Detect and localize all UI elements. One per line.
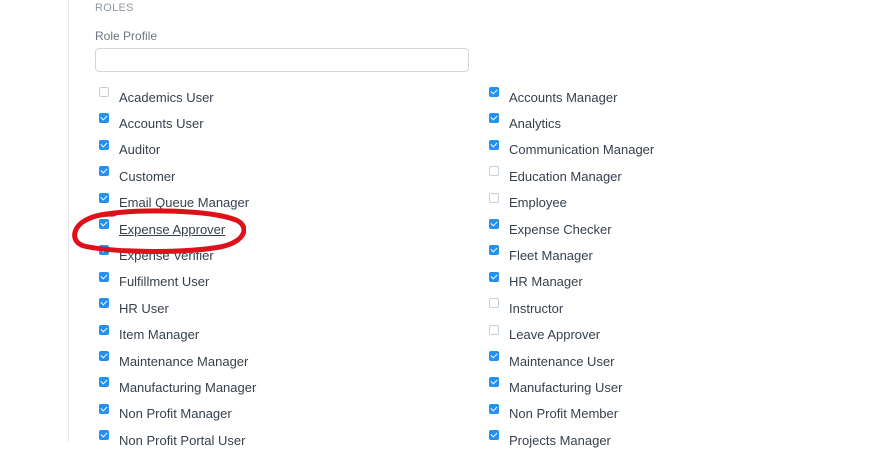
role-checkbox[interactable] bbox=[489, 377, 499, 388]
role-checkbox[interactable] bbox=[99, 166, 109, 177]
role-checkbox-item[interactable]: Accounts User bbox=[99, 113, 204, 133]
role-checkbox[interactable] bbox=[99, 298, 109, 309]
role-checkbox-item[interactable]: Fleet Manager bbox=[489, 245, 593, 265]
role-checkbox[interactable] bbox=[99, 139, 109, 150]
role-checkbox-item[interactable]: Expense Approver bbox=[99, 219, 225, 239]
role-label: Non Profit Portal User bbox=[119, 432, 246, 448]
role-checkbox[interactable] bbox=[99, 403, 109, 414]
role-checkbox[interactable] bbox=[99, 87, 109, 97]
role-profile-label: Role Profile bbox=[95, 29, 158, 43]
role-label: Expense Checker bbox=[509, 221, 612, 237]
role-label: Email Queue Manager bbox=[119, 195, 250, 211]
role-checkbox-item[interactable]: Instructor bbox=[489, 298, 563, 318]
role-checkbox[interactable] bbox=[489, 113, 499, 124]
role-label: Customer bbox=[119, 168, 176, 184]
role-label: Auditor bbox=[119, 142, 161, 158]
role-checkbox[interactable] bbox=[489, 139, 499, 150]
role-checkbox[interactable] bbox=[489, 271, 499, 282]
role-checkbox-item[interactable]: Fulfillment User bbox=[99, 271, 210, 292]
role-label: Item Manager bbox=[119, 327, 200, 343]
role-checkbox-item[interactable]: Expense Verifier bbox=[99, 245, 214, 265]
role-label: Analytics bbox=[509, 115, 562, 131]
role-label: Communication Manager bbox=[509, 142, 655, 158]
role-checkbox-item[interactable]: Non Profit Member bbox=[489, 403, 619, 424]
role-checkbox[interactable] bbox=[489, 166, 499, 177]
role-checkbox-item[interactable]: Non Profit Portal User bbox=[99, 430, 245, 450]
role-label: Non Profit Member bbox=[509, 406, 619, 422]
role-checkbox-item[interactable]: Leave Approver bbox=[489, 324, 601, 345]
page-left-border bbox=[68, 0, 69, 442]
role-checkbox-item[interactable]: Accounts Manager bbox=[489, 87, 617, 107]
role-label: Non Profit Manager bbox=[119, 406, 232, 422]
role-checkbox[interactable] bbox=[489, 87, 499, 97]
role-checkbox[interactable] bbox=[489, 403, 499, 414]
section-title: ROLES bbox=[95, 2, 134, 14]
role-label: Employee bbox=[509, 195, 567, 211]
role-checkbox[interactable] bbox=[99, 113, 109, 124]
role-label: Fulfillment User bbox=[119, 274, 210, 290]
role-checkbox-item[interactable]: Manufacturing User bbox=[489, 377, 622, 397]
role-checkbox[interactable] bbox=[489, 219, 499, 229]
role-checkbox-item[interactable]: HR User bbox=[99, 298, 169, 318]
role-checkbox[interactable] bbox=[99, 324, 109, 335]
role-checkbox-item[interactable]: Customer bbox=[99, 166, 175, 186]
role-label: Academics User bbox=[119, 89, 214, 105]
role-label: Education Manager bbox=[509, 168, 622, 184]
role-checkbox-item[interactable]: Projects Manager bbox=[489, 430, 611, 450]
role-checkbox-item[interactable]: Email Queue Manager bbox=[99, 192, 250, 213]
role-label: Projects Manager bbox=[509, 432, 611, 448]
role-checkbox-item[interactable]: Maintenance Manager bbox=[99, 351, 248, 371]
role-checkbox[interactable] bbox=[99, 351, 109, 361]
role-checkbox[interactable] bbox=[489, 298, 499, 309]
role-label: Accounts Manager bbox=[509, 89, 618, 105]
role-label: Leave Approver bbox=[509, 327, 601, 343]
role-checkbox-item[interactable]: Analytics bbox=[489, 113, 561, 133]
role-checkbox[interactable] bbox=[489, 245, 499, 256]
role-checkbox-item[interactable]: Maintenance User bbox=[489, 351, 615, 371]
role-checkbox-item[interactable]: Auditor bbox=[99, 139, 161, 160]
role-checkbox-item[interactable]: Item Manager bbox=[99, 324, 200, 345]
role-label: Accounts User bbox=[119, 115, 204, 131]
role-label: Instructor bbox=[509, 300, 564, 316]
role-checkbox-item[interactable]: Non Profit Manager bbox=[99, 403, 232, 424]
role-checkbox-item[interactable]: Expense Checker bbox=[489, 219, 612, 239]
role-profile-input[interactable] bbox=[95, 48, 469, 72]
role-checkbox[interactable] bbox=[489, 192, 499, 203]
role-checkbox[interactable] bbox=[489, 324, 499, 335]
role-label: HR User bbox=[119, 300, 169, 316]
role-checkbox[interactable] bbox=[99, 377, 109, 388]
role-checkbox[interactable] bbox=[99, 219, 109, 229]
role-label: Fleet Manager bbox=[509, 247, 593, 263]
role-checkbox-item[interactable]: Manufacturing Manager bbox=[99, 377, 256, 397]
role-label: Maintenance User bbox=[509, 353, 615, 369]
role-label: HR Manager bbox=[509, 274, 583, 290]
role-checkbox-item[interactable]: Employee bbox=[489, 192, 567, 213]
role-checkbox-item[interactable]: Academics User bbox=[99, 87, 214, 107]
role-checkbox[interactable] bbox=[489, 430, 499, 441]
role-label: Manufacturing User bbox=[509, 379, 623, 395]
role-checkbox[interactable] bbox=[99, 271, 109, 282]
role-label: Manufacturing Manager bbox=[119, 379, 257, 395]
role-checkbox-item[interactable]: Education Manager bbox=[489, 166, 622, 186]
role-label: Expense Approver bbox=[119, 221, 226, 237]
role-checkbox-item[interactable]: Communication Manager bbox=[489, 139, 655, 160]
role-label: Maintenance Manager bbox=[119, 353, 249, 369]
role-checkbox[interactable] bbox=[489, 351, 499, 361]
role-checkbox[interactable] bbox=[99, 430, 109, 441]
role-label: Expense Verifier bbox=[119, 247, 214, 263]
role-checkbox[interactable] bbox=[99, 192, 109, 203]
role-checkbox[interactable] bbox=[99, 245, 109, 256]
role-checkbox-item[interactable]: HR Manager bbox=[489, 271, 583, 292]
